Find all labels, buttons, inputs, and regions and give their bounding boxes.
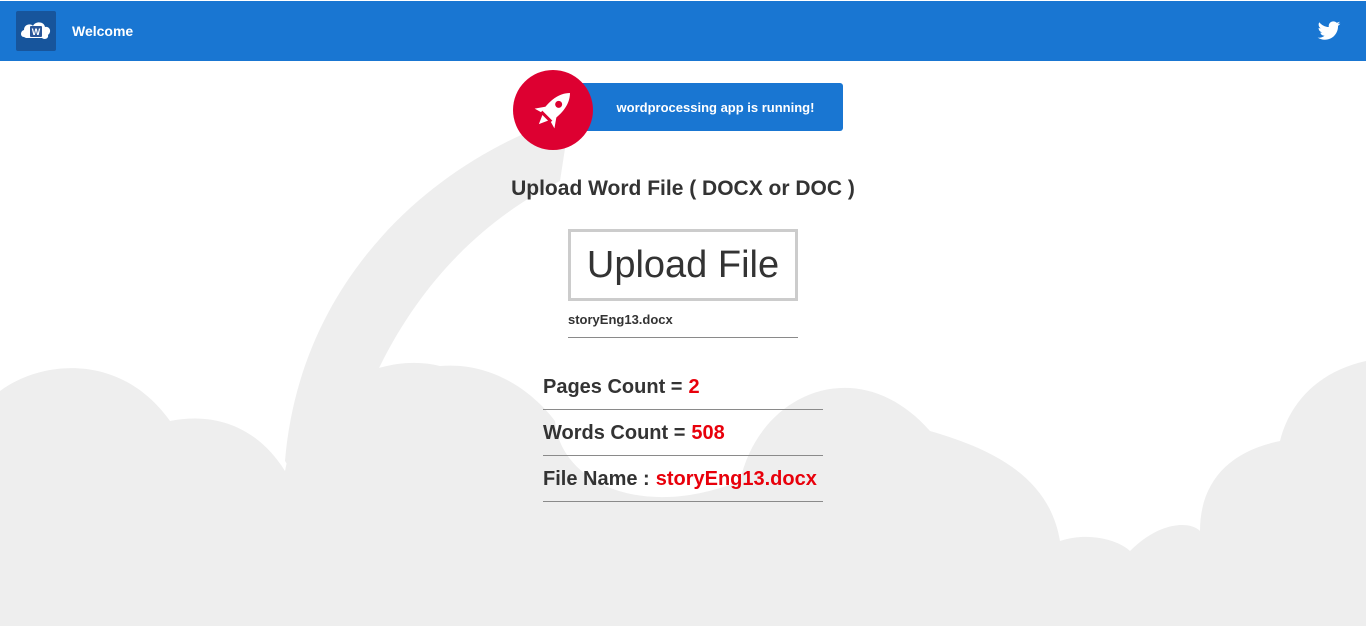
file-name-label: File Name : (543, 467, 650, 490)
pages-count-value: 2 (688, 375, 700, 398)
selected-file-name: storyEng13.docx (568, 312, 798, 338)
words-count-value: 508 (691, 421, 725, 444)
running-banner-text: wordprocessing app is running! (616, 99, 815, 115)
rocket-icon (513, 70, 593, 150)
pages-count-label: Pages Count = (543, 375, 683, 398)
file-name-row: File Name : storyEng13.docx (543, 457, 823, 502)
upload-file-button[interactable]: Upload File (568, 229, 798, 301)
running-banner: wordprocessing app is running! (580, 83, 843, 131)
words-count-label: Words Count = (543, 421, 686, 444)
words-count-row: Words Count = 508 (543, 411, 823, 456)
file-name-value: storyEng13.docx (655, 467, 817, 490)
upload-heading: Upload Word File ( DOCX or DOC ) (511, 177, 855, 200)
pages-count-row: Pages Count = 2 (543, 365, 823, 410)
